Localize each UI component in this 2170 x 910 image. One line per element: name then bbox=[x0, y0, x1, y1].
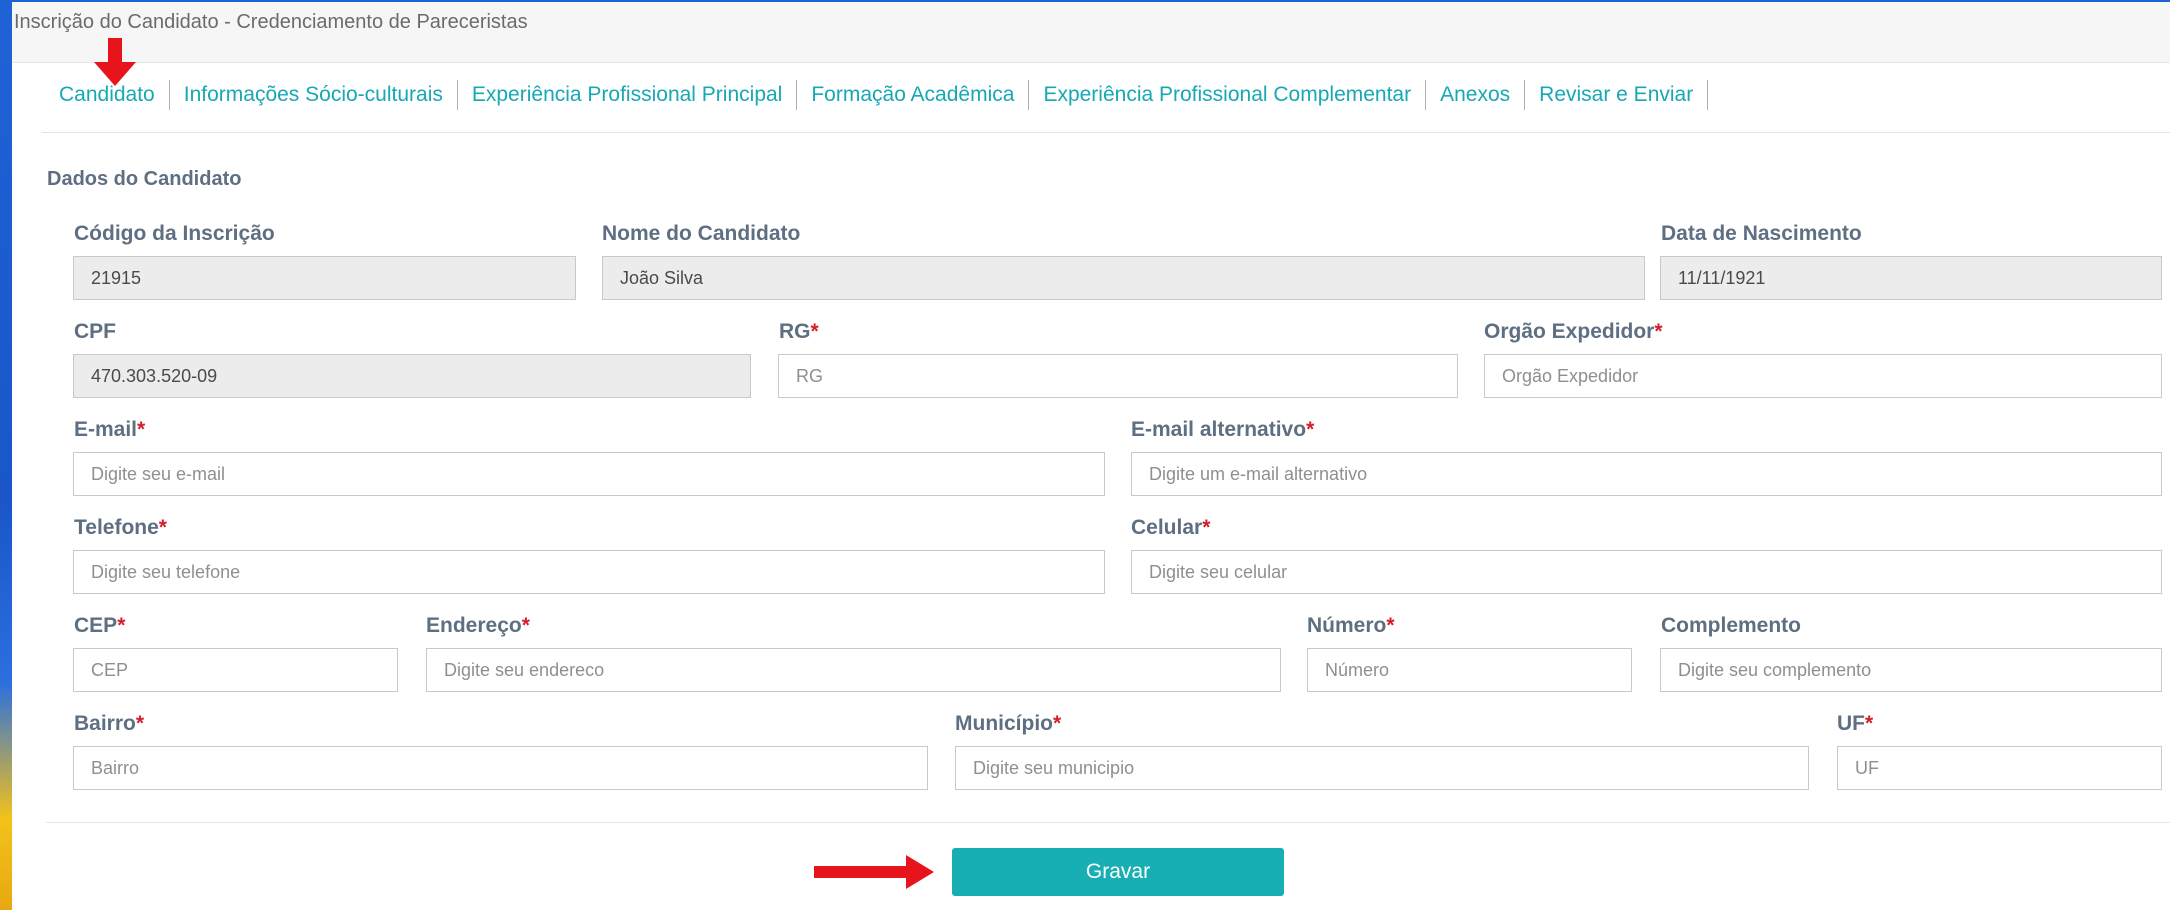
celular-label: Celular* bbox=[1131, 516, 1210, 540]
tab-bar: Candidato Informações Sócio-culturais Ex… bbox=[46, 80, 1709, 110]
tab-experiencia-profissional-principal[interactable]: Experiência Profissional Principal bbox=[458, 80, 798, 110]
telefone-label: Telefone* bbox=[74, 516, 167, 540]
endereco-label: Endereço* bbox=[426, 614, 530, 638]
required-mark: * bbox=[1306, 418, 1315, 441]
orgao-label-text: Orgão Expedidor bbox=[1484, 320, 1655, 343]
endereco-field[interactable] bbox=[426, 648, 1281, 692]
right-arrow-icon bbox=[814, 855, 934, 889]
cpf-label: CPF bbox=[74, 320, 116, 344]
nome-label-text: Nome do Candidato bbox=[602, 222, 801, 245]
email-label: E-mail* bbox=[74, 418, 145, 442]
window-title: Inscrição do Candidato - Credenciamento … bbox=[14, 11, 528, 33]
email-alt-label: E-mail alternativo* bbox=[1131, 418, 1314, 442]
required-mark: * bbox=[117, 614, 126, 637]
uf-label: UF* bbox=[1837, 712, 1873, 736]
orgao-field[interactable] bbox=[1484, 354, 2162, 398]
required-mark: * bbox=[1053, 712, 1062, 735]
form-divider bbox=[46, 822, 2170, 823]
orgao-label: Orgão Expedidor* bbox=[1484, 320, 1663, 344]
form-panel: Inscrição do Candidato - Credenciamento … bbox=[12, 2, 2170, 910]
gravar-button[interactable]: Gravar bbox=[952, 848, 1284, 896]
email-alt-field[interactable] bbox=[1131, 452, 2162, 496]
uf-field[interactable] bbox=[1837, 746, 2162, 790]
required-mark: * bbox=[810, 320, 819, 343]
municipio-label-text: Município bbox=[955, 712, 1053, 735]
nome-label: Nome do Candidato bbox=[602, 222, 800, 246]
celular-label-text: Celular bbox=[1131, 516, 1203, 539]
numero-label-text: Número bbox=[1307, 614, 1387, 637]
numero-label: Número* bbox=[1307, 614, 1395, 638]
codigo-label: Código da Inscrição bbox=[74, 222, 275, 246]
required-mark: * bbox=[158, 516, 167, 539]
tab-revisar-e-enviar[interactable]: Revisar e Enviar bbox=[1525, 80, 1709, 110]
complemento-label: Complemento bbox=[1661, 614, 1801, 638]
nascimento-field[interactable] bbox=[1660, 256, 2162, 300]
required-mark: * bbox=[137, 418, 146, 441]
required-mark: * bbox=[521, 614, 530, 637]
rg-field[interactable] bbox=[778, 354, 1458, 398]
tab-anexos[interactable]: Anexos bbox=[1426, 80, 1526, 110]
required-mark: * bbox=[1386, 614, 1395, 637]
cep-field[interactable] bbox=[73, 648, 398, 692]
telefone-label-text: Telefone bbox=[74, 516, 159, 539]
municipio-label: Município* bbox=[955, 712, 1061, 736]
tab-formacao-academica[interactable]: Formação Acadêmica bbox=[797, 80, 1030, 110]
cep-label-text: CEP bbox=[74, 614, 118, 637]
cpf-label-text: CPF bbox=[74, 320, 116, 343]
email-label-text: E-mail bbox=[74, 418, 138, 441]
bairro-field[interactable] bbox=[73, 746, 928, 790]
cep-label: CEP* bbox=[74, 614, 125, 638]
uf-label-text: UF bbox=[1837, 712, 1865, 735]
bairro-label-text: Bairro bbox=[74, 712, 136, 735]
codigo-label-text: Código da Inscrição bbox=[74, 222, 275, 245]
municipio-field[interactable] bbox=[955, 746, 1809, 790]
rg-label-text: RG bbox=[779, 320, 811, 343]
celular-field[interactable] bbox=[1131, 550, 2162, 594]
codigo-field[interactable] bbox=[73, 256, 576, 300]
email-alt-label-text: E-mail alternativo bbox=[1131, 418, 1307, 441]
bairro-label: Bairro* bbox=[74, 712, 144, 736]
required-mark: * bbox=[1202, 516, 1211, 539]
nascimento-label: Data de Nascimento bbox=[1661, 222, 1862, 246]
telefone-field[interactable] bbox=[73, 550, 1105, 594]
down-arrow-icon bbox=[94, 38, 136, 86]
required-mark: * bbox=[135, 712, 145, 735]
numero-field[interactable] bbox=[1307, 648, 1632, 692]
endereco-label-text: Endereço bbox=[426, 614, 522, 637]
email-field[interactable] bbox=[73, 452, 1105, 496]
complemento-label-text: Complemento bbox=[1661, 614, 1802, 637]
required-mark: * bbox=[1865, 712, 1874, 735]
complemento-field[interactable] bbox=[1660, 648, 2162, 692]
section-title: Dados do Candidato bbox=[47, 168, 242, 190]
tab-informacoes-socio-culturais[interactable]: Informações Sócio-culturais bbox=[170, 80, 458, 110]
nome-field[interactable] bbox=[602, 256, 1645, 300]
nascimento-label-text: Data de Nascimento bbox=[1661, 222, 1862, 245]
tab-experiencia-profissional-complementar[interactable]: Experiência Profissional Complementar bbox=[1029, 80, 1427, 110]
cpf-field[interactable] bbox=[73, 354, 751, 398]
required-mark: * bbox=[1654, 320, 1663, 343]
title-bar: Inscrição do Candidato - Credenciamento … bbox=[12, 2, 2170, 63]
rg-label: RG* bbox=[779, 320, 819, 344]
tabs-divider bbox=[42, 132, 2170, 133]
